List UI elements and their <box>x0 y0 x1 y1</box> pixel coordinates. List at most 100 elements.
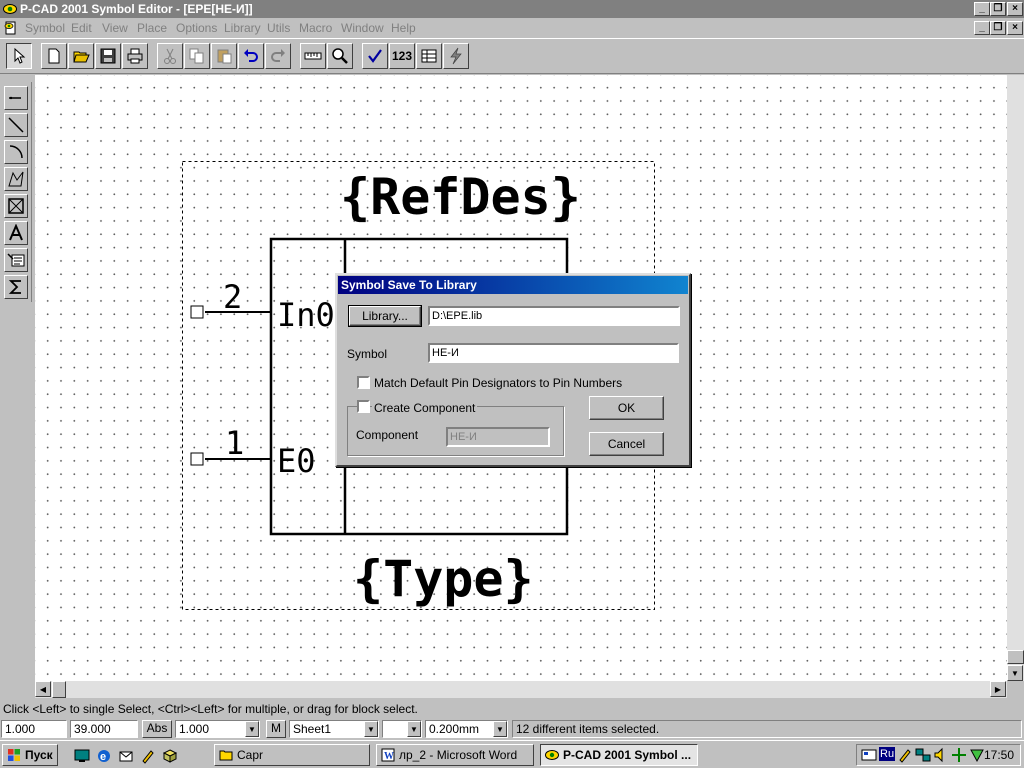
copy-button[interactable] <box>184 43 210 69</box>
library-button[interactable]: Library... <box>348 305 422 327</box>
menu-options[interactable]: Options <box>176 21 217 35</box>
sheet-value: Sheet1 <box>293 722 332 736</box>
zoom-button[interactable] <box>327 43 353 69</box>
close-button[interactable]: × <box>1007 2 1023 16</box>
clipboard-icon <box>217 49 232 64</box>
abs-button[interactable]: Abs <box>142 720 172 738</box>
scroll-right-button[interactable]: ▶ <box>990 681 1006 697</box>
task-label: лр_2 - Microsoft Word <box>399 748 518 762</box>
tray-pencil-icon[interactable] <box>897 747 913 763</box>
antivirus-icon[interactable] <box>969 747 985 763</box>
task-word[interactable]: W лр_2 - Microsoft Word <box>376 744 534 766</box>
window-titlebar: P-CAD 2001 Symbol Editor - [EPE[НЕ-И]] _… <box>0 0 1024 18</box>
menu-macro[interactable]: Macro <box>299 21 332 35</box>
menu-help[interactable]: Help <box>391 21 416 35</box>
symbol-name-input[interactable]: НЕ-И <box>428 343 679 363</box>
undo-button[interactable] <box>238 43 264 69</box>
boxed-x-icon <box>8 198 24 214</box>
save-button[interactable] <box>95 43 121 69</box>
place-arc-button[interactable] <box>4 140 28 164</box>
arrows-tray-icon[interactable] <box>951 747 967 763</box>
restore-button[interactable]: ❐ <box>990 2 1006 16</box>
pcad-logo-icon <box>545 750 559 760</box>
text-a-icon <box>9 224 23 241</box>
create-component-label: Create Component <box>372 401 478 415</box>
line-icon <box>8 117 24 133</box>
keyboard-layout-icon[interactable] <box>861 747 877 763</box>
renumber-button[interactable]: 123 <box>389 43 415 69</box>
task-pcad[interactable]: P-CAD 2001 Symbol ... <box>540 744 698 766</box>
create-component-checkbox[interactable] <box>357 400 370 413</box>
grid-select[interactable]: 1.000 ▼ <box>175 720 260 738</box>
pencil-app-icon[interactable] <box>140 748 156 764</box>
lightning-icon <box>450 47 462 65</box>
arrow-cursor-icon <box>14 47 26 64</box>
paste-button[interactable] <box>211 43 237 69</box>
horizontal-scroll-thumb[interactable] <box>52 681 66 698</box>
component-name-input[interactable]: НЕ-И <box>446 427 550 447</box>
new-button[interactable] <box>41 43 67 69</box>
line-width-value: 0.200mm <box>429 722 480 736</box>
doc-close-button[interactable]: × <box>1007 21 1023 35</box>
folder-icon <box>219 750 233 761</box>
menu-view[interactable]: View <box>102 21 128 35</box>
internet-explorer-icon[interactable]: e <box>96 748 112 764</box>
place-pin-button[interactable] <box>4 86 28 110</box>
match-default-checkbox[interactable] <box>357 376 370 389</box>
table-button[interactable] <box>416 43 442 69</box>
network-icon[interactable] <box>915 747 931 763</box>
layer-color-select[interactable]: ▼ <box>382 720 422 738</box>
arrow-right-icon: ▶ <box>994 684 1002 694</box>
design-check-button[interactable] <box>362 43 388 69</box>
scroll-down-button[interactable]: ▼ <box>1007 665 1023 681</box>
outlook-express-icon[interactable] <box>118 748 134 764</box>
start-label: Пуск <box>25 748 53 762</box>
line-width-select[interactable]: 0.200mm ▼ <box>425 720 508 738</box>
type-attribute: {Type} <box>353 550 534 608</box>
cancel-button[interactable]: Cancel <box>589 432 664 456</box>
doc-minimize-button[interactable]: _ <box>974 21 990 35</box>
language-indicator[interactable]: Ru <box>879 747 896 761</box>
place-line-button[interactable] <box>4 113 28 137</box>
power-button[interactable] <box>443 43 469 69</box>
x-coordinate-field[interactable]: 1.000 <box>1 720 67 738</box>
place-ref-point-button[interactable] <box>4 194 28 218</box>
y-coordinate-field[interactable]: 39.000 <box>70 720 138 738</box>
menu-utils[interactable]: Utils <box>267 21 290 35</box>
task-capr[interactable]: Capr <box>214 744 370 766</box>
menu-edit[interactable]: Edit <box>71 21 92 35</box>
open-button[interactable] <box>68 43 94 69</box>
measure-button[interactable] <box>300 43 326 69</box>
cut-button[interactable] <box>157 43 183 69</box>
menu-place[interactable]: Place <box>137 21 167 35</box>
cube-app-icon[interactable] <box>162 748 178 764</box>
place-ieee-symbol-button[interactable] <box>4 275 28 299</box>
scroll-left-button[interactable]: ◀ <box>35 681 51 697</box>
vertical-scroll-thumb[interactable] <box>1007 650 1024 664</box>
print-button[interactable] <box>122 43 148 69</box>
place-text-button[interactable] <box>4 221 28 245</box>
doc-restore-button[interactable]: ❐ <box>990 21 1006 35</box>
menu-library[interactable]: Library <box>224 21 261 35</box>
polygon-icon <box>8 171 24 187</box>
start-button[interactable]: Пуск <box>2 744 58 766</box>
sheet-select[interactable]: Sheet1 ▼ <box>289 720 379 738</box>
place-attribute-button[interactable] <box>4 248 28 272</box>
library-path-input[interactable]: D:\EPE.lib <box>428 306 680 326</box>
redo-button[interactable] <box>265 43 291 69</box>
menu-symbol[interactable]: Symbol <box>25 21 65 35</box>
volume-icon[interactable] <box>933 747 949 763</box>
place-polygon-button[interactable] <box>4 167 28 191</box>
vertical-scrollbar[interactable]: ▼ <box>1007 75 1024 681</box>
status-hint: Click <Left> to single Select, <Ctrl><Le… <box>3 702 418 716</box>
ruler-icon <box>304 52 322 60</box>
show-desktop-icon[interactable] <box>74 748 90 764</box>
m-button[interactable]: M <box>266 720 286 738</box>
ok-button[interactable]: OK <box>589 396 664 420</box>
match-default-label: Match Default Pin Designators to Pin Num… <box>374 376 623 390</box>
minimize-button[interactable]: _ <box>974 2 990 16</box>
select-tool-button[interactable] <box>6 43 32 69</box>
table-icon <box>421 49 437 63</box>
menu-window[interactable]: Window <box>341 21 384 35</box>
horizontal-scrollbar[interactable]: ◀ ▶ <box>35 681 1007 698</box>
